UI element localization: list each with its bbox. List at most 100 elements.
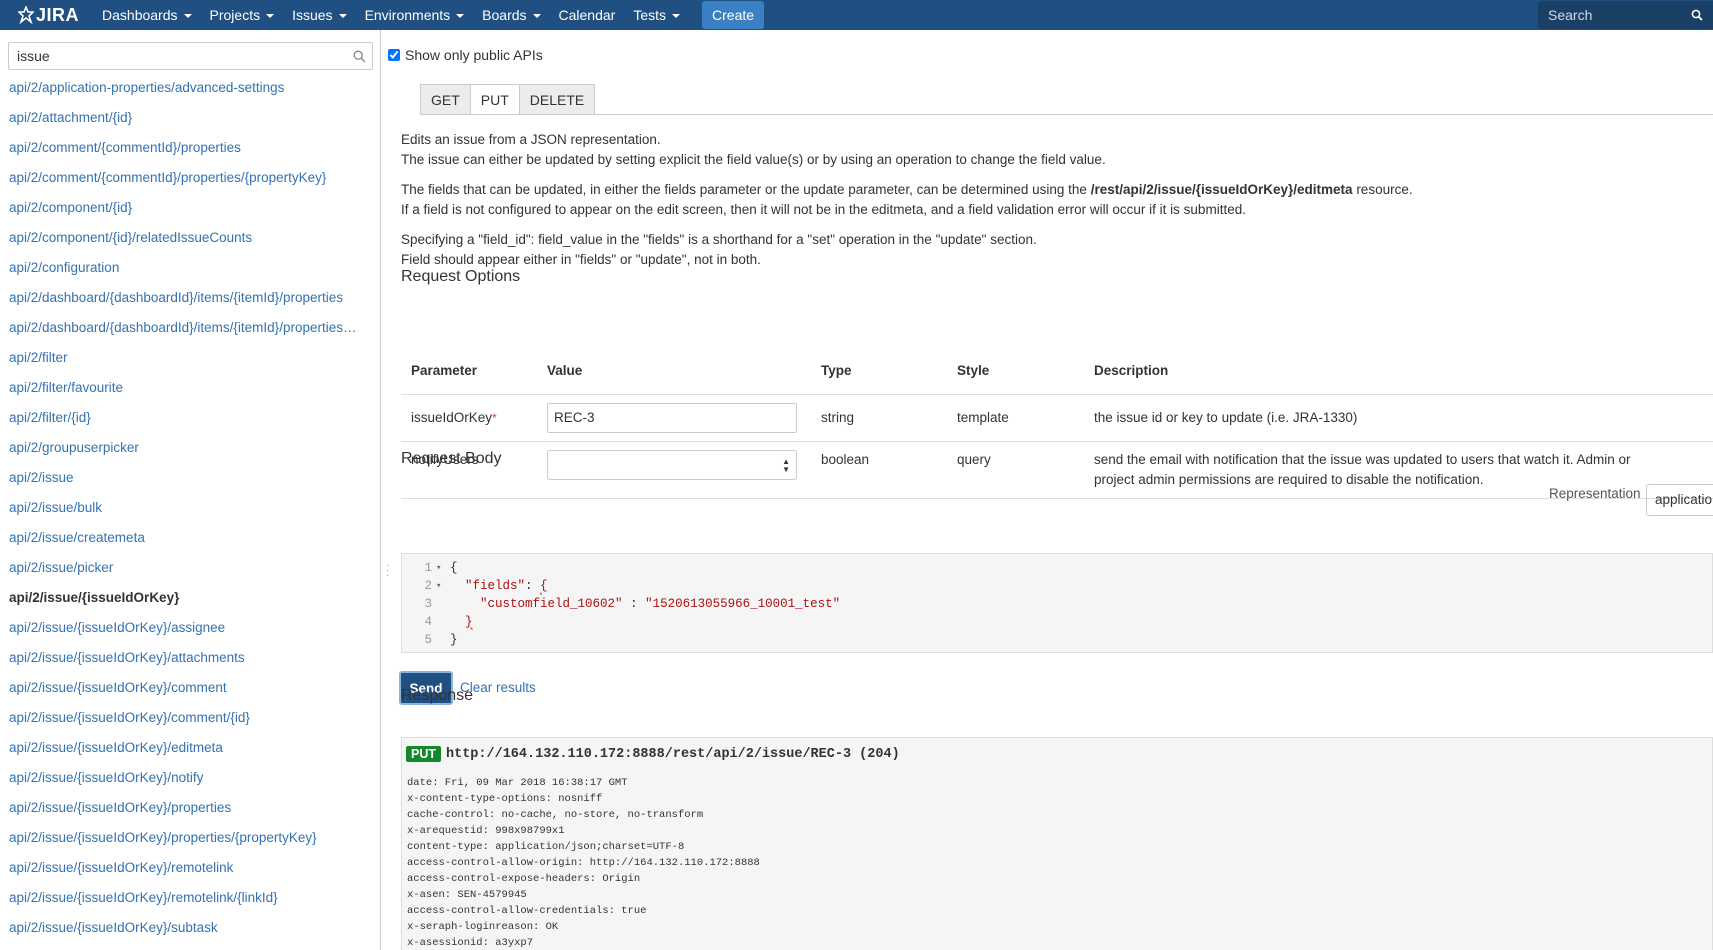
desc-line: resource.: [1352, 182, 1413, 197]
line-number: 2: [424, 579, 432, 593]
response-header-line: access-control-allow-origin: http://164.…: [407, 857, 760, 869]
request-body-editor[interactable]: 1 ▾ { 2 ▾ "fields": { 3 "customfield_106…: [401, 553, 1713, 653]
response-header-line: x-asessionid: a3yxp7: [407, 937, 534, 949]
issue-id-input[interactable]: [547, 402, 797, 433]
code-line: 2 ▾ "fields": {: [402, 577, 1712, 595]
sidebar-api-item[interactable]: api/2/application-properties/advanced-se…: [0, 73, 380, 103]
sidebar-api-item[interactable]: api/2/comment/{commentId}/properties/{pr…: [0, 163, 380, 193]
sidebar-api-item[interactable]: api/2/issue/{issueIdOrKey}/comment: [0, 673, 380, 703]
desc-line: Edits an issue from a JSON representatio…: [401, 132, 661, 147]
representation-select[interactable]: applicatio: [1646, 484, 1713, 516]
nav-label: Projects: [209, 7, 261, 23]
response-header-line: x-asen: SEN-4579945: [407, 889, 527, 901]
response-header-line: content-type: application/json;charset=U…: [407, 841, 685, 853]
sidebar-api-item[interactable]: api/2/issue/{issueIdOrKey}/attachments: [0, 643, 380, 673]
nav-label: Tests: [633, 7, 667, 23]
brace: }: [450, 633, 458, 647]
sidebar-api-item[interactable]: api/2/issue/{issueIdOrKey}/assignee: [0, 613, 380, 643]
brace: }: [465, 615, 473, 629]
required-marker: *: [492, 410, 497, 425]
chevron-down-icon: [338, 14, 347, 18]
desc-line: Field should appear either in "fields" o…: [401, 252, 761, 267]
resize-handle-icon[interactable]: · · ·: [386, 561, 389, 581]
sidebar-api-item[interactable]: api/2/issue/{issueIdOrKey}/properties/{p…: [0, 823, 380, 853]
sidebar-api-item[interactable]: api/2/issue/{issueIdOrKey}/remotelink/{l…: [0, 883, 380, 913]
code-line: 1 ▾ {: [402, 559, 1712, 577]
sidebar-api-item[interactable]: api/2/component/{id}/relatedIssueCounts: [0, 223, 380, 253]
column-header: Value: [537, 348, 811, 395]
nav-environments[interactable]: Environments: [356, 0, 474, 30]
tab-get[interactable]: GET: [420, 84, 471, 114]
nav-label: Issues: [292, 7, 333, 23]
json-key: "fields": [465, 579, 526, 593]
sidebar-api-item[interactable]: api/2/attachment/{id}: [0, 103, 380, 133]
api-filter-field[interactable]: [8, 42, 373, 70]
sidebar-api-item[interactable]: api/2/issue: [0, 463, 380, 493]
code-text: }: [446, 613, 473, 631]
fold-toggle-icon[interactable]: ▾: [436, 577, 446, 595]
response-summary: PUT http://164.132.110.172:8888/rest/api…: [406, 746, 900, 762]
nav-projects[interactable]: Projects: [201, 0, 284, 30]
description-cell: the issue id or key to update (i.e. JRA-…: [1084, 394, 1713, 442]
fold-toggle-icon: [436, 631, 446, 649]
response-header-line: access-control-expose-headers: Origin: [407, 873, 641, 885]
nav-issues[interactable]: Issues: [283, 0, 355, 30]
fold-toggle-icon: [436, 595, 446, 613]
global-search-input[interactable]: Search: [1538, 1, 1713, 29]
jira-logo-icon: [18, 6, 34, 24]
sidebar-api-item[interactable]: api/2/issue/{issueIdOrKey}/remotelink: [0, 853, 380, 883]
column-header: Parameter: [401, 348, 537, 395]
sidebar-api-item[interactable]: api/2/comment/{commentId}/properties: [0, 133, 380, 163]
sidebar-api-item[interactable]: api/2/component/{id}: [0, 193, 380, 223]
fold-toggle-icon[interactable]: ▾: [436, 559, 446, 577]
sidebar-api-item[interactable]: api/2/groupuserpicker: [0, 433, 380, 463]
tab-put[interactable]: PUT: [469, 84, 520, 115]
line-number: 4: [424, 615, 432, 629]
create-button[interactable]: Create: [702, 1, 765, 29]
response-header-line: access-control-allow-credentials: true: [407, 905, 647, 917]
sidebar-api-item[interactable]: api/2/issue/createmeta: [0, 523, 380, 553]
sidebar-api-item[interactable]: api/2/issue/{issueIdOrKey}/properties: [0, 793, 380, 823]
logo-text: JIRA: [36, 4, 80, 25]
code-text: }: [446, 631, 458, 649]
nav-label: Calendar: [558, 7, 616, 23]
code-text: "fields": {: [446, 577, 548, 595]
sidebar-api-item[interactable]: api/2/filter: [0, 343, 380, 373]
api-filter-input[interactable]: [15, 47, 353, 65]
sidebar-api-item[interactable]: api/2/issue/{issueIdOrKey}/editmeta: [0, 733, 380, 763]
sidebar-api-item[interactable]: api/2/issue/picker: [0, 553, 380, 583]
nav-calendar[interactable]: Calendar: [550, 0, 625, 30]
sidebar-api-item[interactable]: api/2/filter/favourite: [0, 373, 380, 403]
main-content: GET PUT DELETE Edits an issue from a JSO…: [382, 30, 1713, 950]
sidebar-api-item[interactable]: api/2/dashboard/{dashboardId}/items/{ite…: [0, 283, 380, 313]
code-line: 5 }: [402, 631, 1712, 649]
sidebar-api-item[interactable]: api/2/configuration: [0, 253, 380, 283]
line-number: 5: [424, 633, 432, 647]
desc-line: Specifying a "field_id": field_value in …: [401, 232, 1037, 247]
sidebar-api-item[interactable]: api/2/issue/bulk: [0, 493, 380, 523]
nav-boards[interactable]: Boards: [473, 0, 549, 30]
method-description: Edits an issue from a JSON representatio…: [401, 130, 1701, 280]
sidebar-api-item[interactable]: api/2/issue/{issueIdOrKey}/subtask: [0, 913, 380, 943]
nav-label: Environments: [364, 7, 451, 23]
response-header-line: date: Fri, 09 Mar 2018 16:38:17 GMT: [407, 777, 628, 789]
nav-dashboards[interactable]: Dashboards: [93, 0, 201, 30]
sidebar-api-item[interactable]: api/2/issue/{issueIdOrKey}: [0, 583, 380, 613]
type-cell: boolean: [811, 441, 947, 499]
response-header-line: x-seraph-loginreason: OK: [407, 921, 559, 933]
response-header-line: x-arequestid: 998x98799x1: [407, 825, 565, 837]
select-arrows-icon: ▲ ▼: [782, 456, 790, 474]
response-title: Response: [401, 687, 474, 704]
sidebar-api-item[interactable]: api/2/dashboard/{dashboardId}/items/{ite…: [0, 313, 380, 343]
search-icon: [353, 50, 366, 62]
jira-logo[interactable]: JIRA: [18, 5, 79, 26]
sidebar-api-item[interactable]: api/2/issue/{issueIdOrKey}/notify: [0, 763, 380, 793]
tab-delete[interactable]: DELETE: [518, 84, 596, 114]
sidebar-api-item[interactable]: api/2/filter/{id}: [0, 403, 380, 433]
nav-tests[interactable]: Tests: [624, 0, 689, 30]
tabs-divider: [420, 114, 1713, 115]
sidebar-api-item[interactable]: api/2/issue/{issueIdOrKey}/comment/{id}: [0, 703, 380, 733]
method-tabs: GET PUT DELETE: [420, 84, 596, 115]
notify-users-select[interactable]: ▲ ▼: [547, 449, 797, 480]
response-header-line: x-content-type-options: nosniff: [407, 793, 603, 805]
